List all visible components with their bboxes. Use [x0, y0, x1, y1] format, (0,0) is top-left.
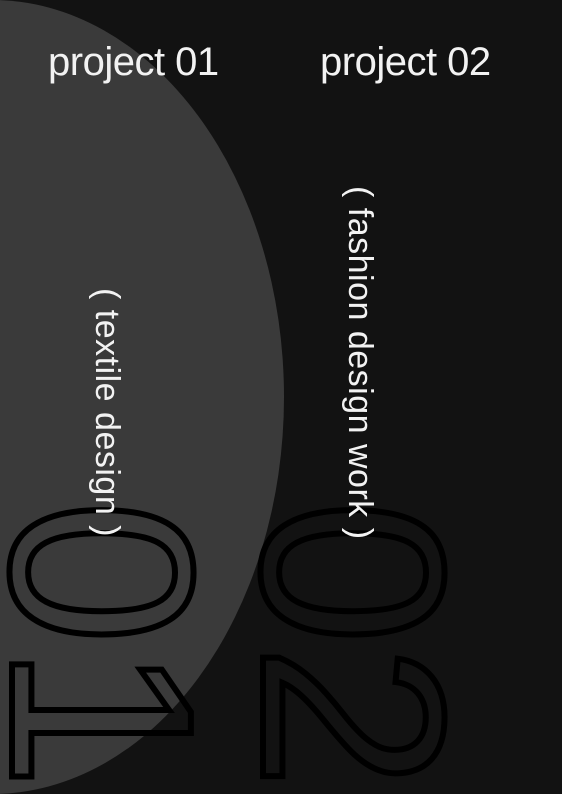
- portfolio-page: 01 02 project 01 project 02 ( textile de…: [0, 0, 562, 794]
- project-01-subtitle: ( textile design ): [88, 288, 126, 537]
- project-02-title: project 02: [320, 40, 491, 84]
- large-numerals: 01 02: [0, 497, 500, 792]
- project-01-title: project 01: [48, 40, 219, 84]
- project-02-subtitle: ( fashion design work ): [341, 186, 379, 540]
- numeral-02: 02: [207, 500, 497, 789]
